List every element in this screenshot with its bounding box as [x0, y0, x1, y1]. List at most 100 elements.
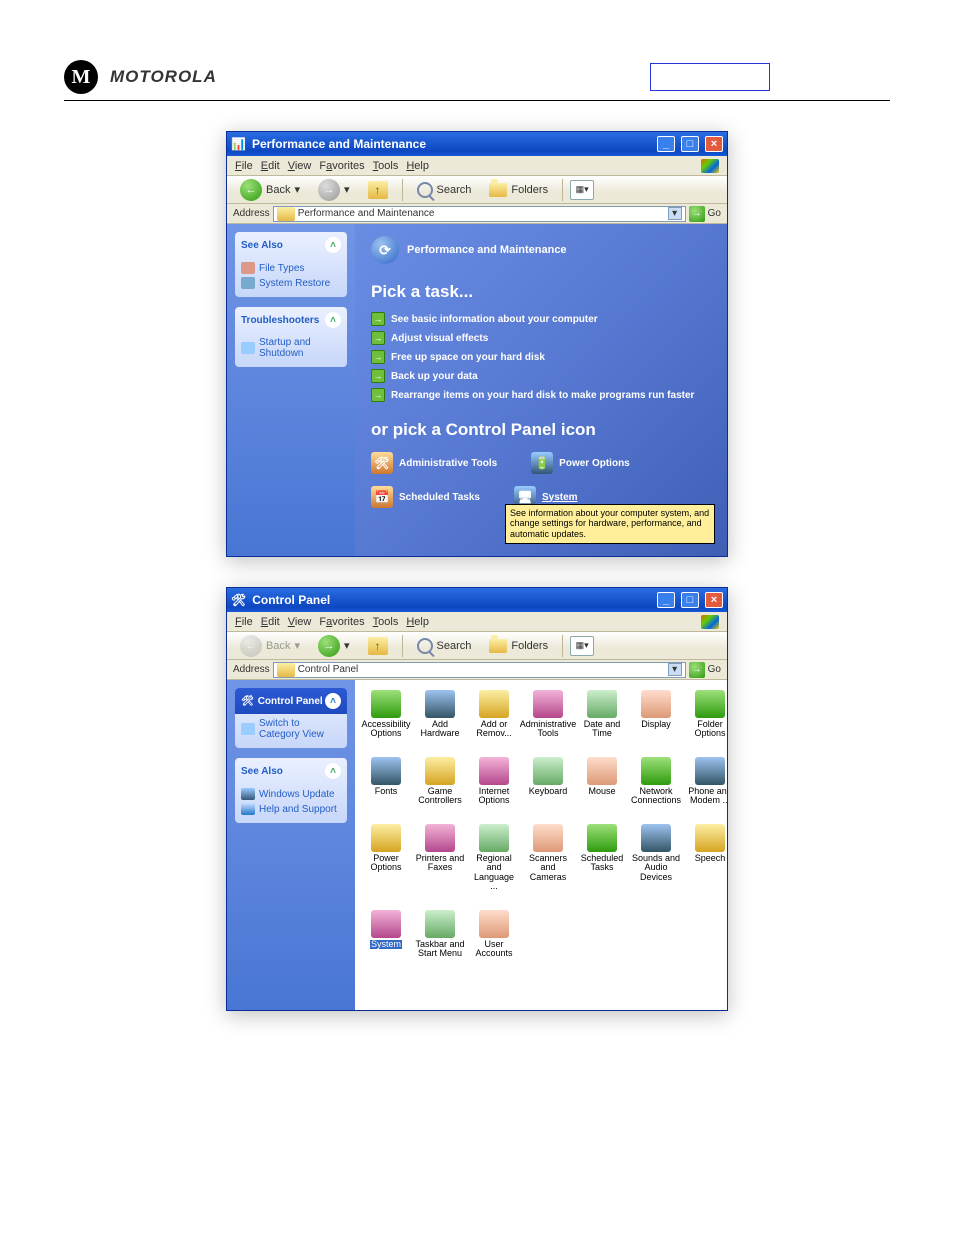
views-button[interactable]: ▦▾ — [570, 636, 594, 656]
go-button-icon[interactable]: → — [689, 206, 705, 222]
switch-view-icon — [241, 723, 255, 735]
go-button-icon[interactable]: → — [689, 662, 705, 678]
sidebar-switch-category[interactable]: Switch to Category View — [241, 718, 341, 740]
sidebar-item-startup-shutdown[interactable]: Startup and Shutdown — [241, 337, 341, 359]
cp-icon-internet-options[interactable]: Internet Options — [469, 757, 519, 806]
applet-label: Folder Options — [685, 720, 727, 739]
applet-icon — [425, 910, 455, 938]
cp-icon-phone-and-modem[interactable]: Phone and Modem ... — [685, 757, 727, 806]
close-button[interactable]: × — [705, 592, 723, 608]
screenshot-performance: 📊 Performance and Maintenance _ □ × File… — [226, 131, 728, 557]
titlebar[interactable]: 🛠 Control Panel _ □ × — [227, 588, 727, 612]
folders-button[interactable]: Folders — [482, 179, 555, 201]
cp-icon-fonts[interactable]: Fonts — [361, 757, 411, 806]
forward-button[interactable]: →▾ — [311, 175, 357, 205]
cp-icon-add-or-remov[interactable]: Add or Remov... — [469, 690, 519, 739]
cp-icon-mouse[interactable]: Mouse — [577, 757, 627, 806]
menu-tools[interactable]: Tools — [373, 616, 399, 628]
see-also-head[interactable]: See Also˄ — [235, 232, 347, 258]
menu-file[interactable]: File — [235, 160, 253, 172]
cp-icon-add-hardware[interactable]: Add Hardware — [415, 690, 465, 739]
arrow-icon: → — [371, 331, 385, 345]
cp-icon-date-and-time[interactable]: Date and Time — [577, 690, 627, 739]
menu-edit[interactable]: Edit — [261, 160, 280, 172]
applet-icon — [479, 690, 509, 718]
see-also-panel: See Also˄ File Types System Restore — [235, 232, 347, 297]
task-link[interactable]: →Rearrange items on your hard disk to ma… — [371, 388, 711, 402]
cp-admin-tools[interactable]: 🛠Administrative Tools — [371, 452, 497, 474]
sidebar-item-file-types[interactable]: File Types — [241, 262, 341, 274]
cp-icon-game-controllers[interactable]: Game Controllers — [415, 757, 465, 806]
cp-icon-power-options[interactable]: Power Options — [361, 824, 411, 892]
applet-label: Taskbar and Start Menu — [415, 940, 465, 959]
applet-icon — [479, 910, 509, 938]
cp-icon-taskbar-and-start-menu[interactable]: Taskbar and Start Menu — [415, 910, 465, 959]
task-link[interactable]: →Free up space on your hard disk — [371, 350, 711, 364]
minimize-button[interactable]: _ — [657, 136, 675, 152]
menu-help[interactable]: Help — [406, 160, 429, 172]
cp-icon-user-accounts[interactable]: User Accounts — [469, 910, 519, 959]
cp-icon-printers-and-faxes[interactable]: Printers and Faxes — [415, 824, 465, 892]
chevron-up-icon[interactable]: ˄ — [325, 312, 341, 328]
cp-icon-regional-and-language[interactable]: Regional and Language ... — [469, 824, 519, 892]
cp-icon-accessibility-options[interactable]: Accessibility Options — [361, 690, 411, 739]
cp-icon-system[interactable]: System — [361, 910, 411, 959]
views-button[interactable]: ▦▾ — [570, 180, 594, 200]
cp-power-options[interactable]: 🔋Power Options — [531, 452, 630, 474]
address-input[interactable]: Control Panel ▾ — [273, 662, 686, 678]
titlebar[interactable]: 📊 Performance and Maintenance _ □ × — [227, 132, 727, 156]
cp-icon-network-connections[interactable]: Network Connections — [631, 757, 681, 806]
applet-label: Add or Remov... — [469, 720, 519, 739]
task-link[interactable]: →Back up your data — [371, 369, 711, 383]
back-button[interactable]: ←Back▾ — [233, 175, 307, 205]
sidebar-help-support[interactable]: Help and Support — [241, 803, 341, 815]
sidebar-windows-update[interactable]: Windows Update — [241, 788, 341, 800]
menu-view[interactable]: View — [288, 616, 312, 628]
cp-icon-scheduled-tasks[interactable]: Scheduled Tasks — [577, 824, 627, 892]
task-link[interactable]: →See basic information about your comput… — [371, 312, 711, 326]
chevron-up-icon[interactable]: ˄ — [325, 237, 341, 253]
cp-icon-folder-options[interactable]: Folder Options — [685, 690, 727, 739]
maximize-button[interactable]: □ — [681, 136, 699, 152]
go-label[interactable]: Go — [708, 208, 721, 219]
task-link[interactable]: →Adjust visual effects — [371, 331, 711, 345]
address-dropdown-icon[interactable]: ▾ — [668, 663, 682, 676]
cp-icon-administrative-tools[interactable]: Administrative Tools — [523, 690, 573, 739]
cp-icon-speech[interactable]: Speech — [685, 824, 727, 892]
see-also-head[interactable]: See Also˄ — [235, 758, 347, 784]
windows-update-icon — [241, 788, 255, 800]
troubleshooters-head[interactable]: Troubleshooters˄ — [235, 307, 347, 333]
menu-fav[interactable]: Favorites — [319, 160, 364, 172]
maximize-button[interactable]: □ — [681, 592, 699, 608]
up-button[interactable] — [361, 633, 395, 659]
folders-button[interactable]: Folders — [482, 635, 555, 657]
menu-file[interactable]: File — [235, 616, 253, 628]
cp-icon-display[interactable]: Display — [631, 690, 681, 739]
sidebar-item-system-restore[interactable]: System Restore — [241, 277, 341, 289]
menu-view[interactable]: View — [288, 160, 312, 172]
chevron-up-icon[interactable]: ˄ — [325, 763, 341, 779]
cp-icon-keyboard[interactable]: Keyboard — [523, 757, 573, 806]
address-value: Performance and Maintenance — [298, 208, 435, 219]
up-button[interactable] — [361, 177, 395, 203]
menu-edit[interactable]: Edit — [261, 616, 280, 628]
address-input[interactable]: Performance and Maintenance ▾ — [273, 206, 686, 222]
close-button[interactable]: × — [705, 136, 723, 152]
search-button[interactable]: Search — [410, 634, 479, 658]
control-panel-head[interactable]: 🛠Control Panel ˄ — [235, 688, 347, 714]
cp-scheduled-tasks[interactable]: 📅Scheduled Tasks — [371, 486, 480, 508]
menu-fav[interactable]: Favorites — [319, 616, 364, 628]
search-button[interactable]: Search — [410, 178, 479, 202]
chevron-up-icon[interactable]: ˄ — [325, 693, 341, 709]
cp-icon-sounds-and-audio-devices[interactable]: Sounds and Audio Devices — [631, 824, 681, 892]
address-dropdown-icon[interactable]: ▾ — [668, 207, 682, 220]
applet-label: Regional and Language ... — [469, 854, 519, 892]
menu-tools[interactable]: Tools — [373, 160, 399, 172]
cp-icon-scanners-and-cameras[interactable]: Scanners and Cameras — [523, 824, 573, 892]
forward-button[interactable]: →▾ — [311, 631, 357, 661]
forward-icon: → — [318, 635, 340, 657]
go-label[interactable]: Go — [708, 664, 721, 675]
applet-icon — [587, 690, 617, 718]
menu-help[interactable]: Help — [406, 616, 429, 628]
minimize-button[interactable]: _ — [657, 592, 675, 608]
